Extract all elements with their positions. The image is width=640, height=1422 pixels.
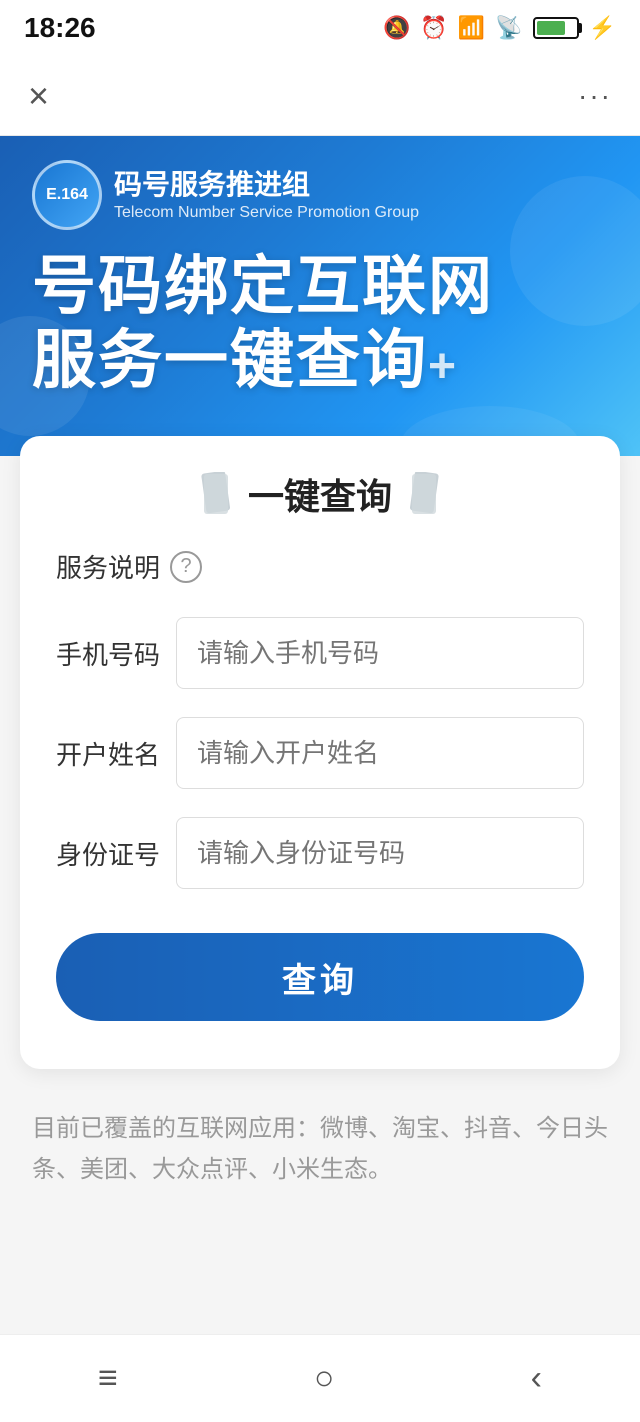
banner-title-line2: 服务一键查询+ [32,324,608,398]
query-button[interactable]: 查询 [56,933,584,1021]
wifi-icon: 📡 [495,15,522,41]
charging-icon: ⚡ [589,15,616,41]
name-input[interactable] [176,717,584,789]
id-label: 身份证号 [56,835,176,872]
mute-icon: 🔕 [383,15,410,41]
menu-icon: ≡ [98,1359,118,1398]
banner-plus: + [428,340,458,393]
id-form-group: 身份证号 [56,817,584,889]
home-icon: ○ [314,1359,335,1398]
banner-title-text2: 服务一键查询 [32,324,428,396]
service-note: 服务说明 ? [56,548,584,585]
banner: E.164 码号服务推进组 Telecom Number Service Pro… [0,136,640,456]
main-card: 一键查询 服务说明 ? 手机号码 开户姓名 身份证号 查询 [20,436,620,1069]
nav-bar: × ··· [0,56,640,136]
logo-text: E.164 [46,186,88,204]
nav-back-button[interactable]: ‹ [531,1359,542,1398]
card-icon-left [200,472,232,516]
org-name: 码号服务推进组 [114,168,419,202]
service-note-label: 服务说明 [56,548,160,585]
card-title-area: 一键查询 [56,468,584,520]
card-icon-right [408,472,440,516]
org-sub: Telecom Number Service Promotion Group [114,204,419,222]
phone-input[interactable] [176,617,584,689]
status-time: 18:26 [24,12,96,44]
name-label: 开户姓名 [56,735,176,772]
name-form-group: 开户姓名 [56,717,584,789]
status-icons: 🔕 ⏰ 📶 📡 ⚡ [383,15,616,41]
help-icon-text: ? [180,555,191,578]
alarm-icon: ⏰ [420,15,447,41]
close-button[interactable]: × [28,78,49,114]
status-bar: 18:26 🔕 ⏰ 📶 📡 ⚡ [0,0,640,56]
phone-form-group: 手机号码 [56,617,584,689]
banner-org-text: 码号服务推进组 Telecom Number Service Promotion… [114,168,419,222]
back-icon: ‹ [531,1359,542,1398]
help-icon[interactable]: ? [170,551,202,583]
coverage-text: 目前已覆盖的互联网应用：微博、淘宝、抖音、今日头条、美团、大众点评、小米生态。 [32,1109,608,1191]
banner-logo: E.164 [32,160,102,230]
signal-icon: 📶 [458,15,485,41]
id-input[interactable] [176,817,584,889]
phone-label: 手机号码 [56,635,176,672]
more-button[interactable]: ··· [578,80,612,112]
nav-menu-button[interactable]: ≡ [98,1359,118,1398]
bottom-nav: ≡ ○ ‹ [0,1334,640,1422]
nav-home-button[interactable]: ○ [314,1359,335,1398]
card-title: 一键查询 [248,468,392,520]
battery-icon [533,17,579,39]
